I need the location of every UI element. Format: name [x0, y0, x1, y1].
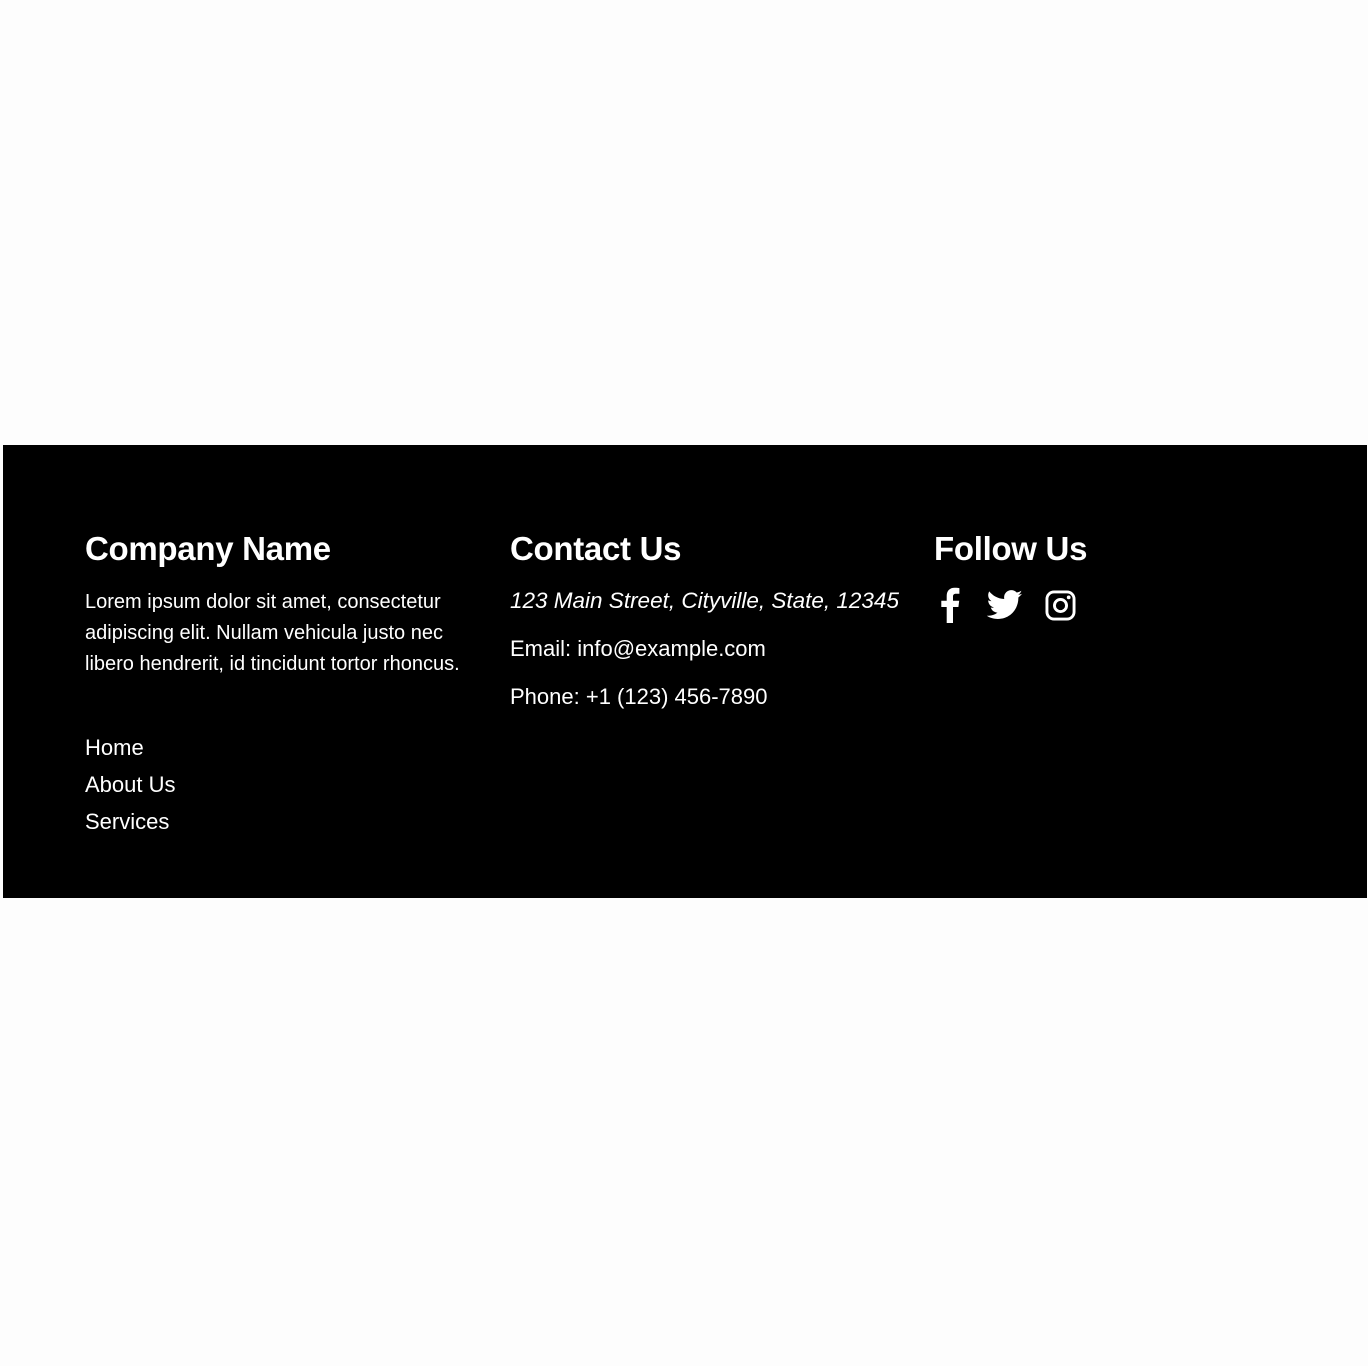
footer-nav-item-about: About Us	[85, 766, 176, 803]
services-link[interactable]: Services	[85, 809, 169, 834]
follow-heading: Follow Us	[934, 530, 1088, 567]
contact-address: 123 Main Street, Cityville, State, 12345	[510, 588, 899, 613]
about-us-link[interactable]: About Us	[85, 772, 176, 797]
site-footer: Company Name Lorem ipsum dolor sit amet,…	[3, 445, 1367, 898]
page: Company Name Lorem ipsum dolor sit amet,…	[0, 0, 1368, 1366]
contact-phone: Phone: +1 (123) 456-7890	[510, 684, 768, 709]
twitter-icon[interactable]	[987, 586, 1023, 624]
company-description: Lorem ipsum dolor sit amet, consectetur …	[85, 591, 460, 675]
instagram-icon[interactable]	[1044, 586, 1076, 624]
home-link[interactable]: Home	[85, 735, 144, 760]
contact-email: Email: info@example.com	[510, 636, 766, 661]
footer-nav-item-home: Home	[85, 729, 176, 766]
footer-nav: Home About Us Services	[85, 729, 176, 840]
footer-nav-item-services: Services	[85, 803, 176, 840]
contact-heading: Contact Us	[510, 530, 682, 567]
company-name-heading: Company Name	[85, 530, 331, 567]
facebook-icon[interactable]	[934, 586, 966, 624]
social-links	[934, 586, 1097, 624]
